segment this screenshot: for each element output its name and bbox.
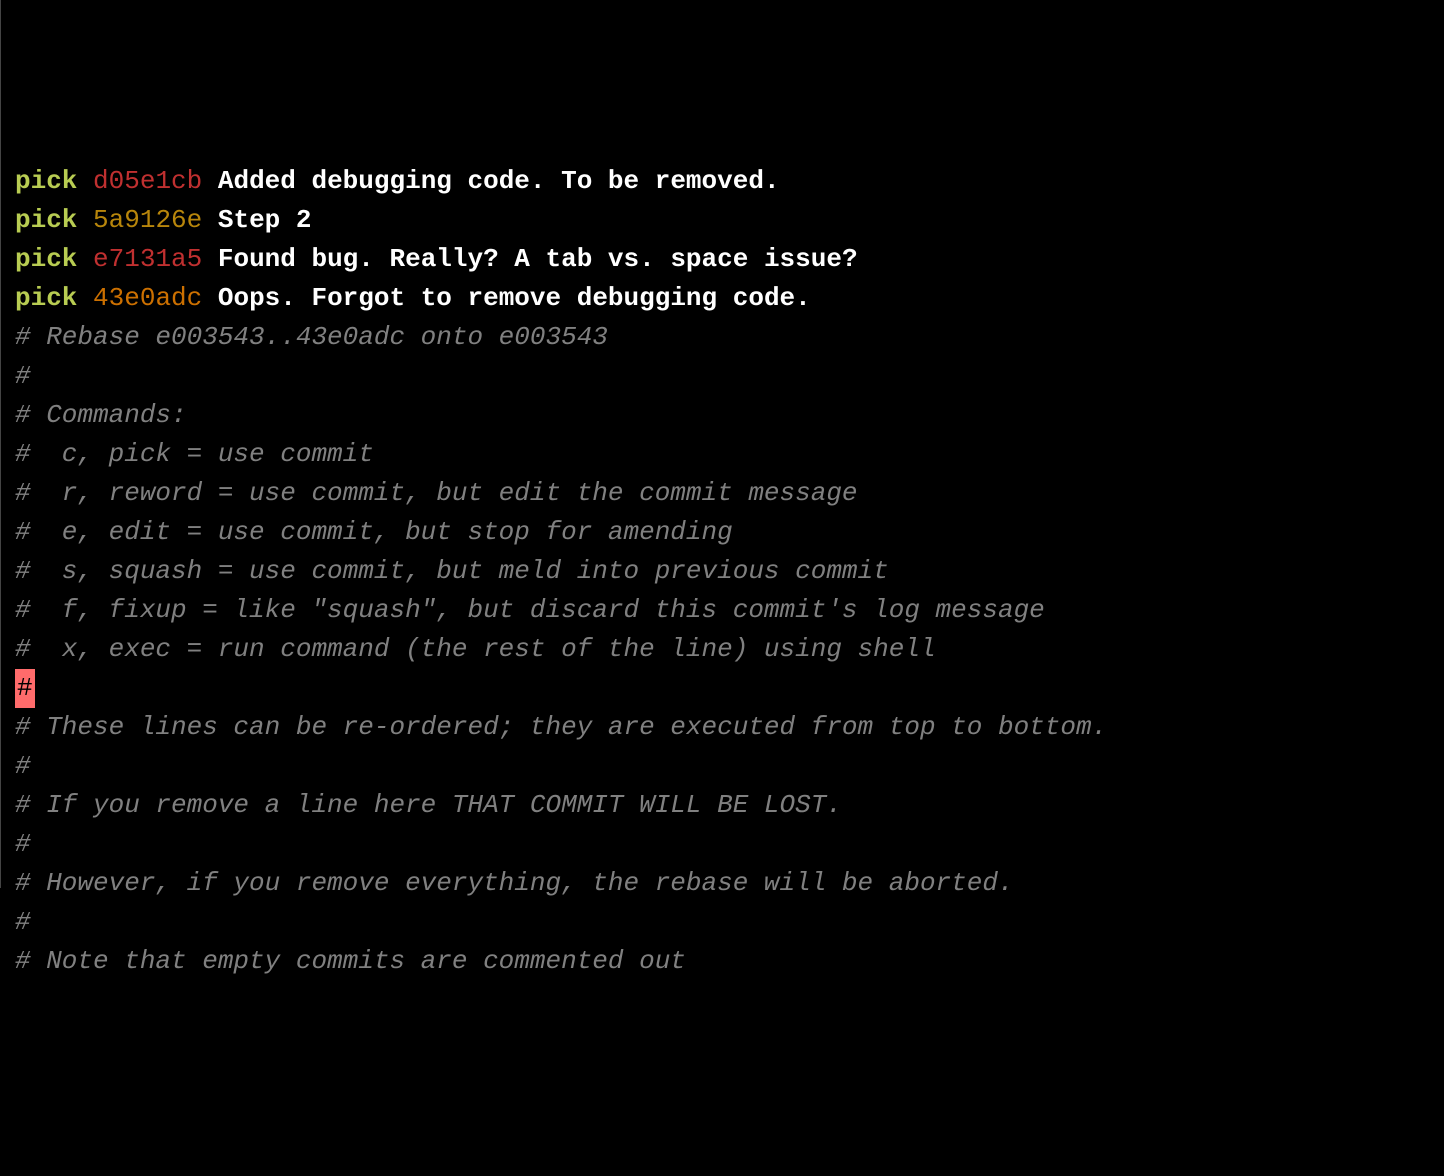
command-help-fixup: # f, fixup = like "squash", but discard … [15,591,1444,630]
command-help-squash: # s, squash = use commit, but meld into … [15,552,1444,591]
rebase-range-comment: # Rebase e003543..43e0adc onto e003543 [15,318,1444,357]
commit-message[interactable]: Found bug. Really? A tab vs. space issue… [218,244,858,274]
comment-line: # [15,357,1444,396]
comment-line: # [15,747,1444,786]
cursor-line[interactable]: # [15,669,1444,708]
commit-hash: 5a9126e [93,205,202,235]
editor-viewport[interactable]: pick d05e1cb Added debugging code. To be… [15,162,1444,981]
commit-row[interactable]: pick 5a9126e Step 2 [15,201,1444,240]
note-abort: # However, if you remove everything, the… [15,864,1444,903]
commit-hash: e7131a5 [93,244,202,274]
note-remove-lost: # If you remove a line here THAT COMMIT … [15,786,1444,825]
commit-hash: 43e0adc [93,283,202,313]
command-help-reword: # r, reword = use commit, but edit the c… [15,474,1444,513]
commit-message[interactable]: Step 2 [218,205,312,235]
commit-row[interactable]: pick e7131a5 Found bug. Really? A tab vs… [15,240,1444,279]
cursor-icon: # [15,669,35,708]
commit-message[interactable]: Added debugging code. To be removed. [218,166,780,196]
rebase-action[interactable]: pick [15,283,77,313]
commands-header-comment: # Commands: [15,396,1444,435]
comment-line: # [15,903,1444,942]
note-reorder: # These lines can be re-ordered; they ar… [15,708,1444,747]
command-help-edit: # e, edit = use commit, but stop for ame… [15,513,1444,552]
note-empty-commits: # Note that empty commits are commented … [15,942,1444,981]
commit-row[interactable]: pick d05e1cb Added debugging code. To be… [15,162,1444,201]
rebase-action[interactable]: pick [15,244,77,274]
command-help-pick: # c, pick = use commit [15,435,1444,474]
command-help-exec: # x, exec = run command (the rest of the… [15,630,1444,669]
commit-row[interactable]: pick 43e0adc Oops. Forgot to remove debu… [15,279,1444,318]
commit-hash: d05e1cb [93,166,202,196]
rebase-action[interactable]: pick [15,205,77,235]
comment-line: # [15,825,1444,864]
commit-message[interactable]: Oops. Forgot to remove debugging code. [218,283,811,313]
rebase-action[interactable]: pick [15,166,77,196]
